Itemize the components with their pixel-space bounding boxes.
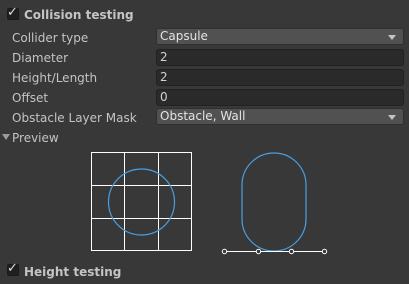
preview-canvas [91, 152, 328, 255]
axis-marker [221, 248, 228, 255]
capsule-shape [241, 152, 307, 252]
grid-preview [91, 152, 192, 251]
checkmark-icon: ✓ [7, 261, 18, 276]
axis-marker [321, 248, 328, 255]
collider-circle [107, 168, 176, 236]
height-testing-title: Height testing [24, 265, 122, 279]
axis-marker [288, 248, 295, 255]
grid-border [91, 152, 192, 251]
axis-marker [255, 248, 262, 255]
height-testing-checkbox[interactable]: ✓ [7, 261, 19, 276]
